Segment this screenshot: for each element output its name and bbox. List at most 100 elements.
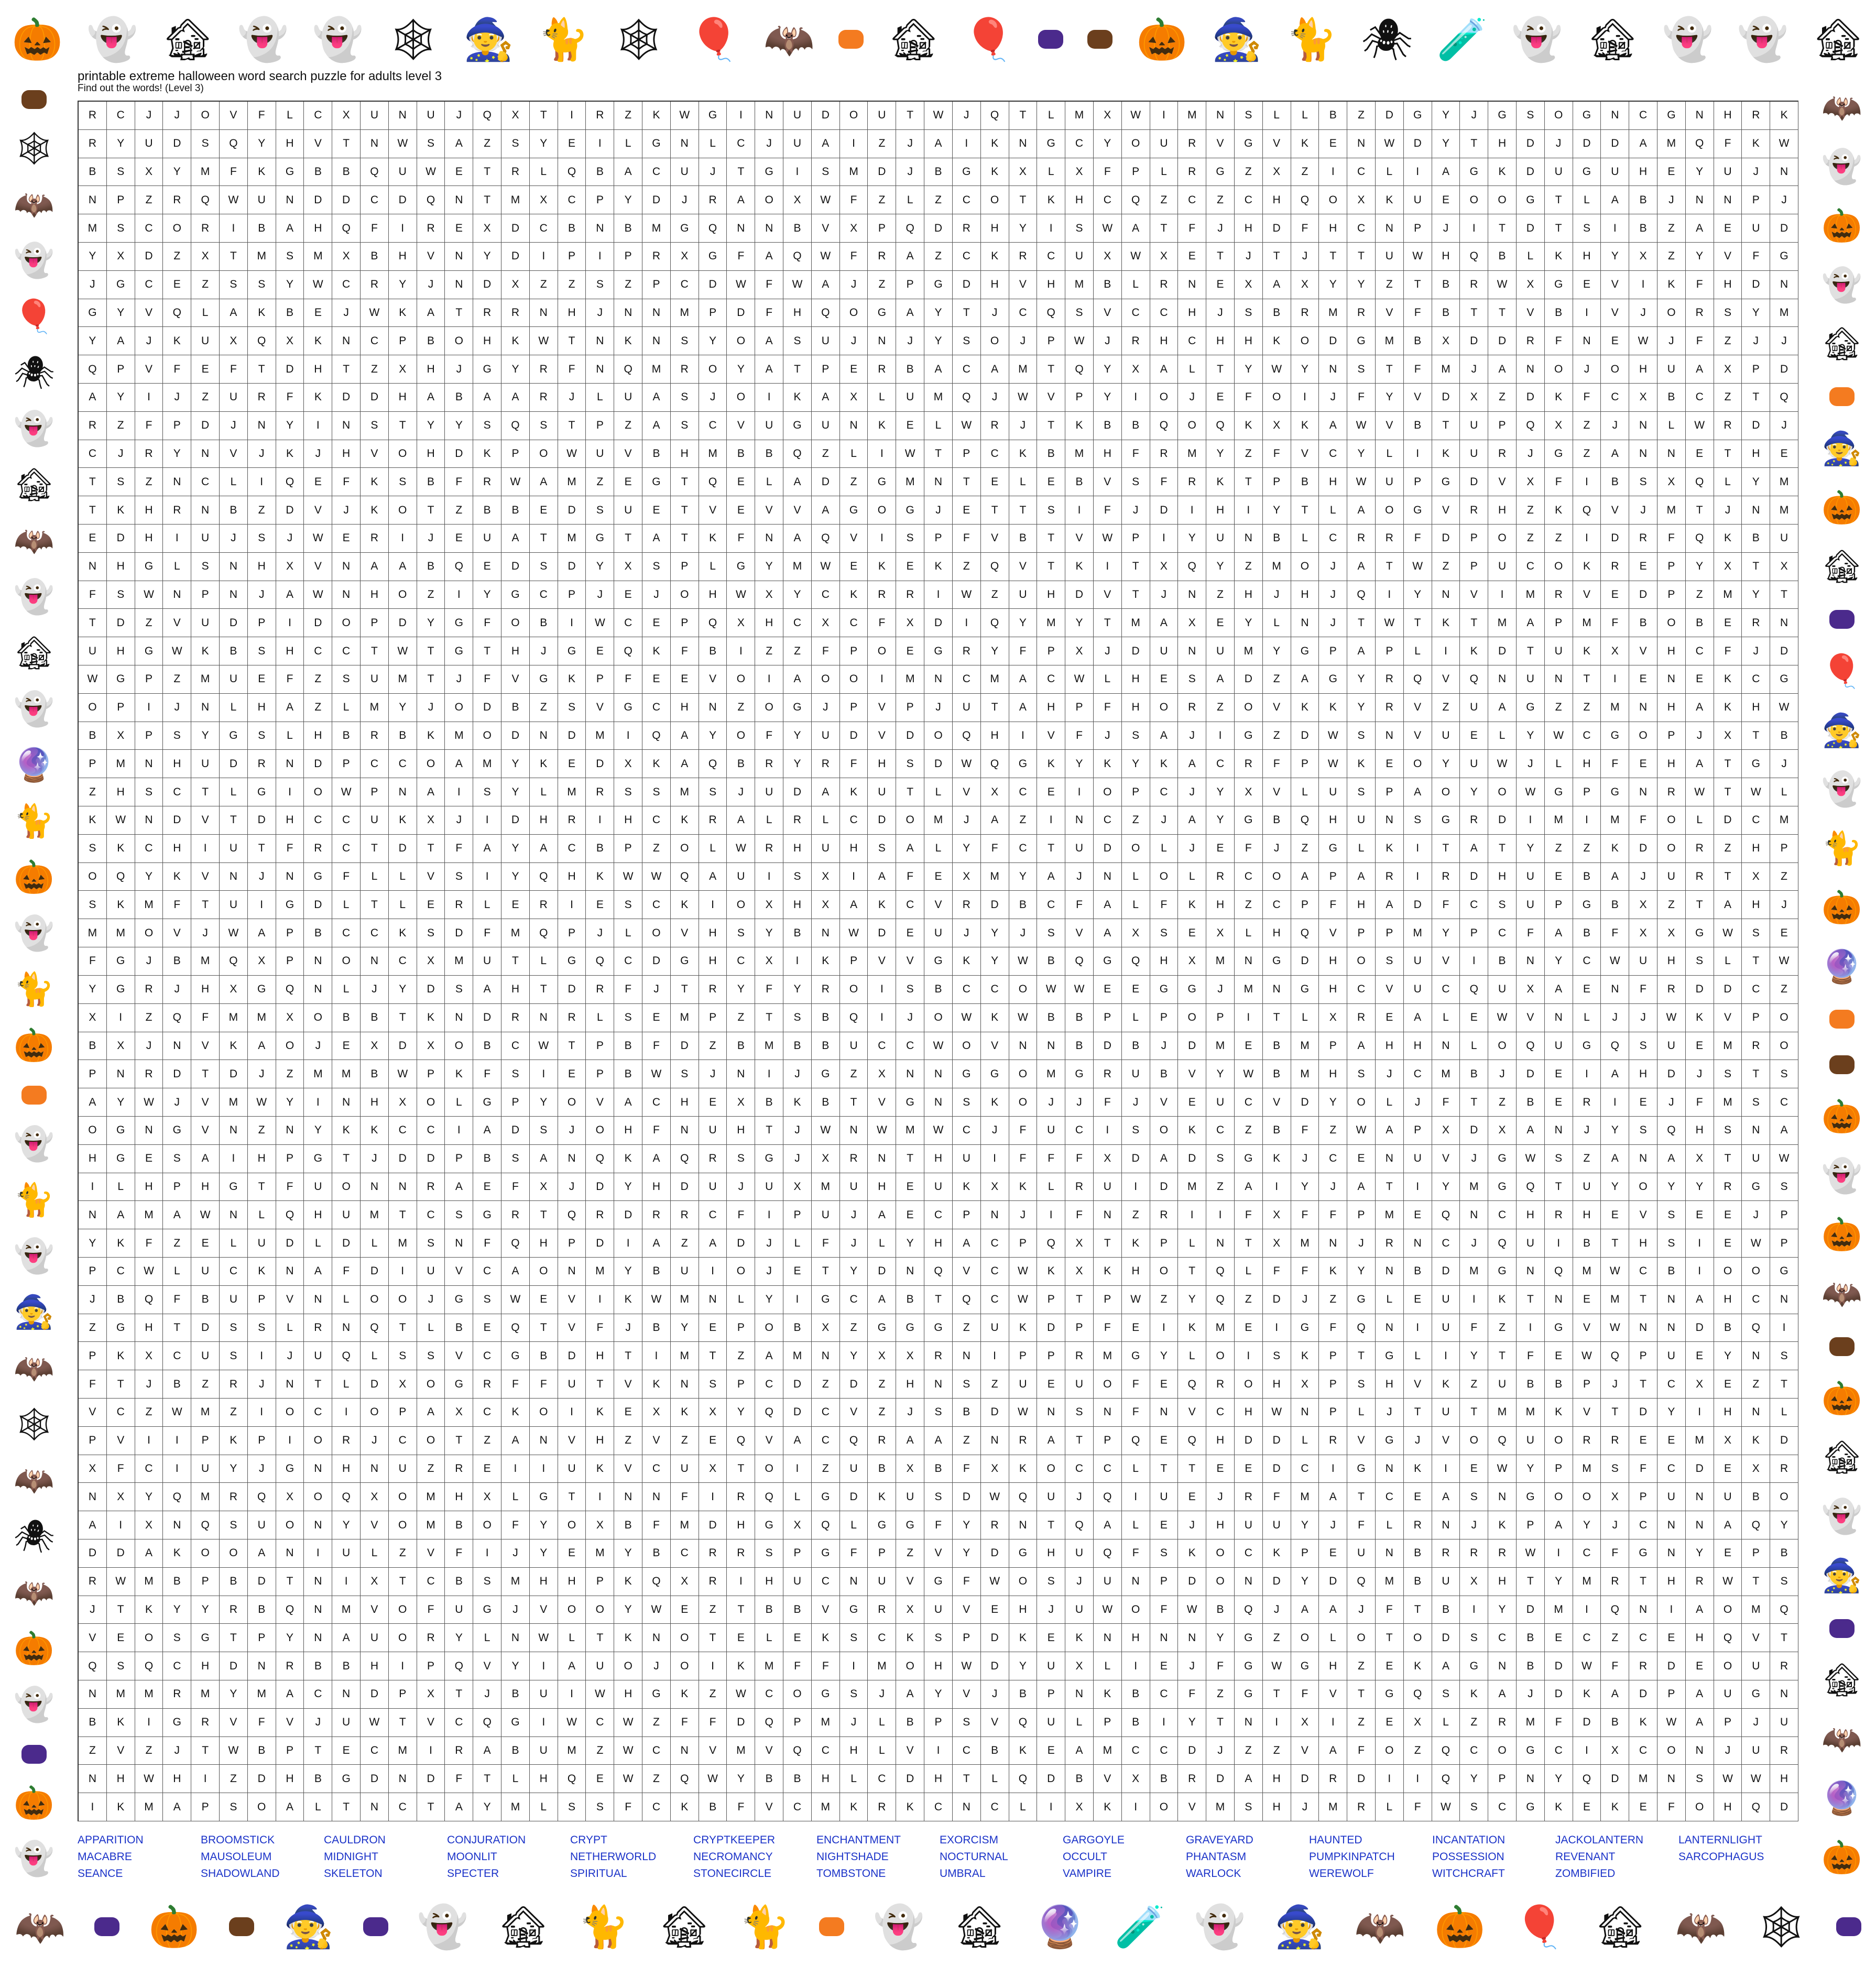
grid-cell[interactable]: W [1009,1398,1038,1427]
grid-cell[interactable]: J [1742,1708,1771,1737]
grid-cell[interactable]: P [1291,891,1319,920]
grid-cell[interactable]: V [1178,1793,1207,1821]
grid-cell[interactable]: F [1629,806,1657,835]
grid-cell[interactable]: B [1262,299,1291,327]
grid-cell[interactable]: C [811,1736,840,1765]
grid-cell[interactable]: H [1657,1567,1686,1596]
grid-cell[interactable]: O [980,186,1009,215]
grid-cell[interactable]: J [558,1116,586,1145]
grid-cell[interactable]: L [1009,468,1038,497]
grid-cell[interactable]: I [839,129,868,158]
grid-cell[interactable]: W [529,327,558,356]
grid-cell[interactable]: Z [1742,1370,1771,1399]
grid-cell[interactable]: I [1601,214,1630,243]
grid-cell[interactable]: C [361,186,389,215]
grid-cell[interactable]: D [1770,1426,1798,1455]
grid-cell[interactable]: D [980,1624,1009,1653]
grid-cell[interactable]: D [558,722,586,750]
grid-cell[interactable]: R [586,778,615,807]
grid-cell[interactable]: N [1178,270,1207,299]
grid-cell[interactable]: S [191,552,220,581]
grid-cell[interactable]: P [1037,1342,1066,1371]
grid-cell[interactable]: D [1262,1455,1291,1483]
grid-cell[interactable]: I [1009,722,1038,750]
grid-cell[interactable]: Z [558,270,586,299]
grid-cell[interactable]: E [1714,1539,1742,1568]
grid-cell[interactable]: F [1234,834,1263,863]
grid-cell[interactable]: Z [1573,440,1601,468]
grid-cell[interactable]: Z [473,129,502,158]
grid-cell[interactable]: E [1121,1314,1150,1342]
grid-cell[interactable]: J [952,806,981,835]
grid-cell[interactable]: G [473,355,502,384]
grid-cell[interactable]: B [1601,468,1630,497]
grid-cell[interactable]: D [388,834,417,863]
grid-cell[interactable]: M [1319,299,1348,327]
grid-cell[interactable]: N [220,552,248,581]
grid-cell[interactable]: G [811,1539,840,1568]
grid-cell[interactable]: D [220,750,248,779]
grid-cell[interactable]: X [811,1314,840,1342]
grid-cell[interactable]: H [1714,1398,1742,1427]
grid-cell[interactable]: T [1093,1229,1122,1258]
grid-cell[interactable]: H [191,1173,220,1202]
grid-cell[interactable]: B [332,722,361,750]
grid-cell[interactable]: H [332,1455,361,1483]
grid-cell[interactable]: M [896,665,925,694]
grid-cell[interactable]: F [642,1511,671,1539]
grid-cell[interactable]: A [276,1680,304,1709]
grid-cell[interactable]: W [388,1060,417,1089]
grid-cell[interactable]: I [388,214,417,243]
grid-cell[interactable]: Q [332,214,361,243]
grid-cell[interactable]: B [388,722,417,750]
grid-cell[interactable]: Y [473,1793,502,1821]
grid-cell[interactable]: M [558,1736,586,1765]
grid-cell[interactable]: N [135,806,163,835]
grid-cell[interactable]: C [1685,637,1714,666]
grid-cell[interactable]: D [1178,1567,1207,1596]
grid-cell[interactable]: S [1460,1793,1489,1821]
grid-cell[interactable]: V [1403,722,1432,750]
grid-cell[interactable]: Y [1234,609,1263,638]
grid-cell[interactable]: T [1488,834,1517,863]
grid-cell[interactable]: Y [924,299,953,327]
grid-cell[interactable]: A [839,891,868,920]
grid-cell[interactable]: F [1150,891,1179,920]
grid-cell[interactable]: U [1009,581,1038,609]
grid-cell[interactable]: Q [332,1483,361,1512]
grid-cell[interactable]: C [1037,665,1066,694]
grid-cell[interactable]: X [1262,1229,1291,1258]
grid-cell[interactable]: U [558,1455,586,1483]
grid-cell[interactable]: Y [614,186,643,215]
grid-cell[interactable]: M [106,750,135,779]
grid-cell[interactable]: J [755,1257,784,1286]
grid-cell[interactable]: X [1291,1370,1319,1399]
grid-cell[interactable]: Y [727,975,756,1004]
grid-cell[interactable]: S [558,693,586,722]
grid-cell[interactable]: F [473,665,502,694]
grid-cell[interactable]: J [361,1426,389,1455]
grid-cell[interactable]: X [586,1511,615,1539]
grid-cell[interactable]: A [79,384,107,412]
grid-cell[interactable]: B [304,158,333,187]
grid-cell[interactable]: N [839,1116,868,1145]
grid-cell[interactable]: O [1234,693,1263,722]
grid-cell[interactable]: C [783,1793,812,1821]
grid-cell[interactable]: O [1262,384,1291,412]
grid-cell[interactable]: N [247,1652,276,1680]
grid-cell[interactable]: U [1206,637,1235,666]
grid-cell[interactable]: C [1544,1736,1573,1765]
grid-cell[interactable]: Y [980,637,1009,666]
grid-cell[interactable]: T [1347,1680,1376,1709]
grid-cell[interactable]: N [1685,186,1714,215]
grid-cell[interactable]: W [727,834,756,863]
grid-cell[interactable]: F [501,1173,530,1202]
grid-cell[interactable]: E [642,665,671,694]
grid-cell[interactable]: D [417,1765,445,1794]
grid-cell[interactable]: L [1432,1708,1460,1737]
grid-cell[interactable]: C [106,102,135,130]
grid-cell[interactable]: N [755,525,784,553]
grid-cell[interactable]: D [811,468,840,497]
grid-cell[interactable]: W [1009,1003,1038,1032]
grid-cell[interactable]: J [1714,1736,1742,1765]
